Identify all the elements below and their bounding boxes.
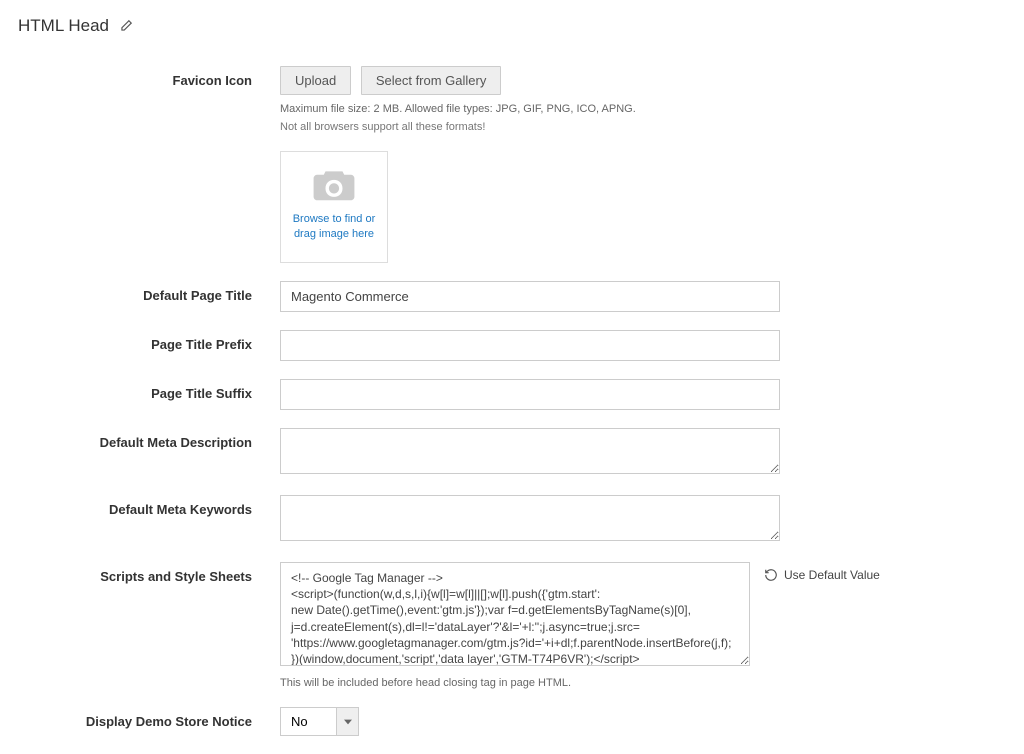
upload-dropzone[interactable]: Browse to find or drag image here bbox=[280, 151, 388, 263]
page-title-suffix-input[interactable] bbox=[280, 379, 780, 410]
page-title-prefix-input[interactable] bbox=[280, 330, 780, 361]
default-meta-keywords-textarea[interactable] bbox=[280, 495, 780, 541]
label-page-title-suffix: Page Title Suffix bbox=[20, 379, 280, 401]
section-title: HTML Head bbox=[18, 16, 109, 36]
select-gallery-button[interactable]: Select from Gallery bbox=[361, 66, 502, 95]
upload-button[interactable]: Upload bbox=[280, 66, 351, 95]
label-default-meta-keywords: Default Meta Keywords bbox=[20, 495, 280, 517]
display-demo-select[interactable]: No bbox=[280, 707, 337, 736]
label-display-demo-notice: Display Demo Store Notice bbox=[20, 707, 280, 729]
row-default-page-title: Default Page Title bbox=[0, 281, 1024, 312]
form: Favicon Icon Upload Select from Gallery … bbox=[0, 46, 1024, 736]
row-page-title-suffix: Page Title Suffix bbox=[0, 379, 1024, 410]
chevron-down-icon[interactable] bbox=[337, 707, 359, 736]
camera-icon bbox=[313, 168, 355, 202]
pencil-icon[interactable] bbox=[119, 19, 133, 33]
row-scripts: Scripts and Style Sheets <!-- Google Tag… bbox=[0, 562, 1024, 689]
favicon-note-formats: Not all browsers support all these forma… bbox=[280, 121, 780, 133]
default-page-title-input[interactable] bbox=[280, 281, 780, 312]
favicon-note-size: Maximum file size: 2 MB. Allowed file ty… bbox=[280, 103, 780, 115]
label-scripts: Scripts and Style Sheets bbox=[20, 562, 280, 584]
label-favicon: Favicon Icon bbox=[20, 66, 280, 88]
label-default-page-title: Default Page Title bbox=[20, 281, 280, 303]
reset-icon bbox=[764, 568, 778, 582]
scripts-note: This will be included before head closin… bbox=[280, 677, 750, 689]
row-display-demo-notice: Display Demo Store Notice No bbox=[0, 707, 1024, 736]
row-default-meta-keywords: Default Meta Keywords bbox=[0, 495, 1024, 544]
default-meta-description-textarea[interactable] bbox=[280, 428, 780, 474]
row-default-meta-description: Default Meta Description bbox=[0, 428, 1024, 477]
use-default-link[interactable]: Use Default Value bbox=[784, 568, 880, 582]
section-header: HTML Head bbox=[0, 0, 1024, 46]
row-favicon: Favicon Icon Upload Select from Gallery … bbox=[0, 66, 1024, 263]
upload-browse-link[interactable]: Browse to find or drag image here bbox=[289, 212, 379, 242]
scripts-textarea[interactable]: <!-- Google Tag Manager --> <script>(fun… bbox=[280, 562, 750, 666]
label-default-meta-description: Default Meta Description bbox=[20, 428, 280, 450]
label-page-title-prefix: Page Title Prefix bbox=[20, 330, 280, 352]
row-page-title-prefix: Page Title Prefix bbox=[0, 330, 1024, 361]
